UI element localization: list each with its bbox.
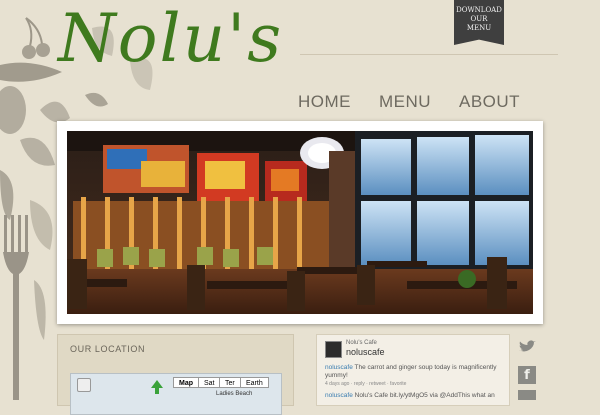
twitter-display-name: Nolu's Cafe xyxy=(346,340,377,346)
map-place-label: Ladies Beach xyxy=(216,391,253,397)
map-type-terrain[interactable]: Ter xyxy=(219,377,241,388)
nav-home[interactable]: HOME xyxy=(298,92,351,112)
site-logo[interactable]: Nolu's xyxy=(58,0,283,77)
map-type-map[interactable]: Map xyxy=(173,377,199,388)
nav-about[interactable]: ABOUT xyxy=(459,92,520,112)
tweet-2-user[interactable]: noluscafe xyxy=(325,392,353,399)
restaurant-interior-photo xyxy=(67,131,533,314)
tweet-1-meta: 4 days ago · reply · retweet · favorite xyxy=(325,381,407,387)
twitter-avatar[interactable] xyxy=(325,341,342,358)
youtube-icon[interactable] xyxy=(518,390,536,400)
twitter-handle[interactable]: noluscafe xyxy=(346,347,385,357)
map-pan-control[interactable] xyxy=(77,378,91,392)
tweet-1: noluscafe The carrot and ginger soup tod… xyxy=(325,364,503,380)
map-pin-icon[interactable] xyxy=(151,380,163,394)
twitter-bird-icon[interactable] xyxy=(518,338,536,356)
map-type-satellite[interactable]: Sat xyxy=(198,377,221,388)
location-panel: OUR LOCATION Map Sat Ter Earth Ladies Be… xyxy=(57,334,294,415)
fork-decoration xyxy=(3,215,29,400)
header-divider xyxy=(300,54,558,55)
cherry-decoration xyxy=(25,17,43,47)
nav-menu[interactable]: MENU xyxy=(379,92,431,112)
download-menu-ribbon[interactable]: DOWNLOAD OUR MENU xyxy=(454,0,504,45)
hero-photo-frame xyxy=(57,121,543,324)
tweet-2: noluscafe Nolu's Cafe bit.ly/ytMgO5 via … xyxy=(325,392,505,399)
location-map[interactable]: Map Sat Ter Earth Ladies Beach xyxy=(70,373,282,415)
twitter-feed-panel: Nolu's Cafe noluscafe noluscafe The carr… xyxy=(316,334,510,406)
facebook-icon[interactable]: f xyxy=(518,366,536,384)
ribbon-line-1: DOWNLOAD xyxy=(456,6,502,14)
ribbon-line-2: OUR xyxy=(470,15,488,23)
map-type-earth[interactable]: Earth xyxy=(240,377,269,388)
location-title: OUR LOCATION xyxy=(70,344,146,354)
ribbon-line-3: MENU xyxy=(466,24,492,32)
tweet-1-user[interactable]: noluscafe xyxy=(325,364,353,371)
tweet-2-text: Nolu's Cafe bit.ly/ytMgO5 via @AddThis w… xyxy=(352,392,495,399)
